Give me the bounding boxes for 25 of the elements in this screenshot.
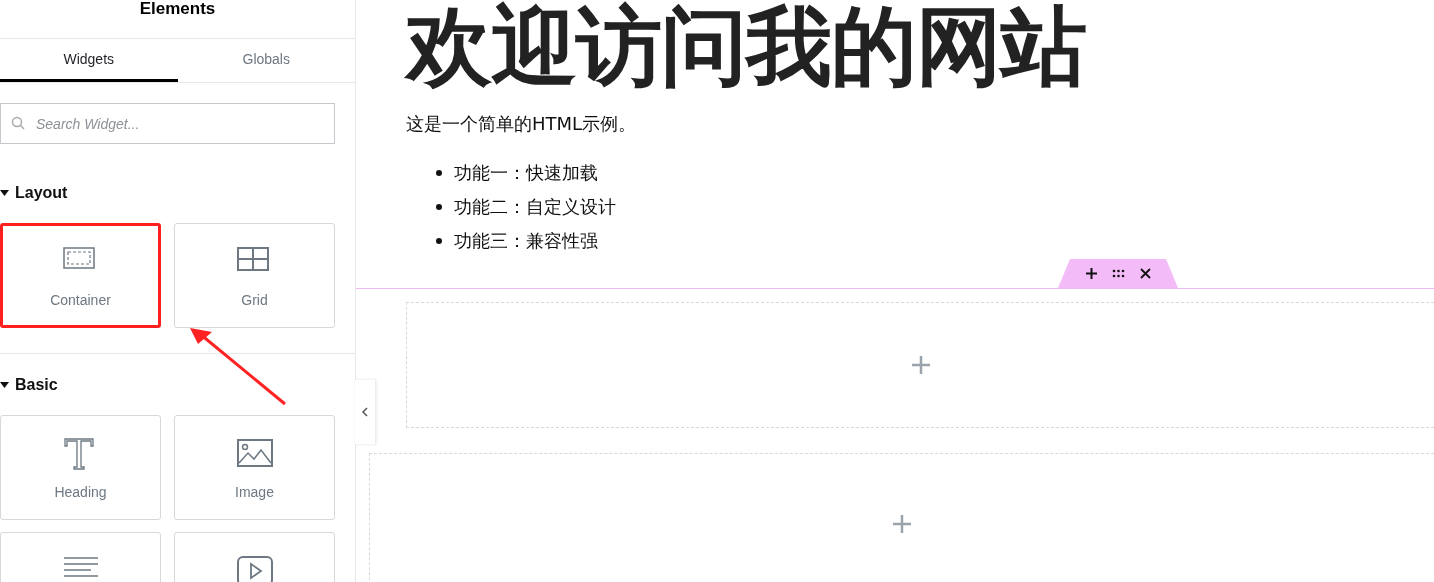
panel-tab[interactable]: Widgets bbox=[0, 39, 178, 82]
category-toggle[interactable]: Basic bbox=[0, 374, 58, 396]
video-icon bbox=[236, 554, 273, 582]
drag-handle-icon[interactable] bbox=[1111, 267, 1125, 280]
bullet-icon bbox=[436, 170, 442, 176]
add-icon[interactable] bbox=[1084, 267, 1098, 280]
page-paragraph: 这是一个简单的HTML示例。 bbox=[406, 112, 638, 136]
widget-card[interactable]: Heading bbox=[0, 415, 161, 520]
caret-icon bbox=[0, 190, 9, 196]
widget-card[interactable]: Grid bbox=[174, 223, 335, 328]
category-toggle[interactable]: Layout bbox=[0, 182, 68, 204]
bullet-icon bbox=[436, 204, 442, 210]
close-icon[interactable] bbox=[1138, 267, 1152, 280]
chevron-left-icon bbox=[361, 407, 369, 417]
list-item: 功能二：自定义设计 bbox=[454, 195, 616, 219]
bullet-icon bbox=[436, 238, 442, 244]
caret-icon bbox=[0, 382, 9, 388]
list-item: 功能一：快速加载 bbox=[454, 161, 598, 185]
page-heading: 欢迎访问我的网站 bbox=[406, 0, 1087, 96]
widget-card[interactable]: Image bbox=[174, 415, 335, 520]
panel-tab[interactable]: Globals bbox=[177, 39, 355, 82]
list-item: 功能三：兼容性强 bbox=[454, 229, 598, 253]
search-field[interactable]: Search Widget... bbox=[0, 103, 335, 144]
widget-card[interactable]: Container bbox=[0, 223, 161, 328]
panel-title: Elements bbox=[0, 0, 355, 39]
